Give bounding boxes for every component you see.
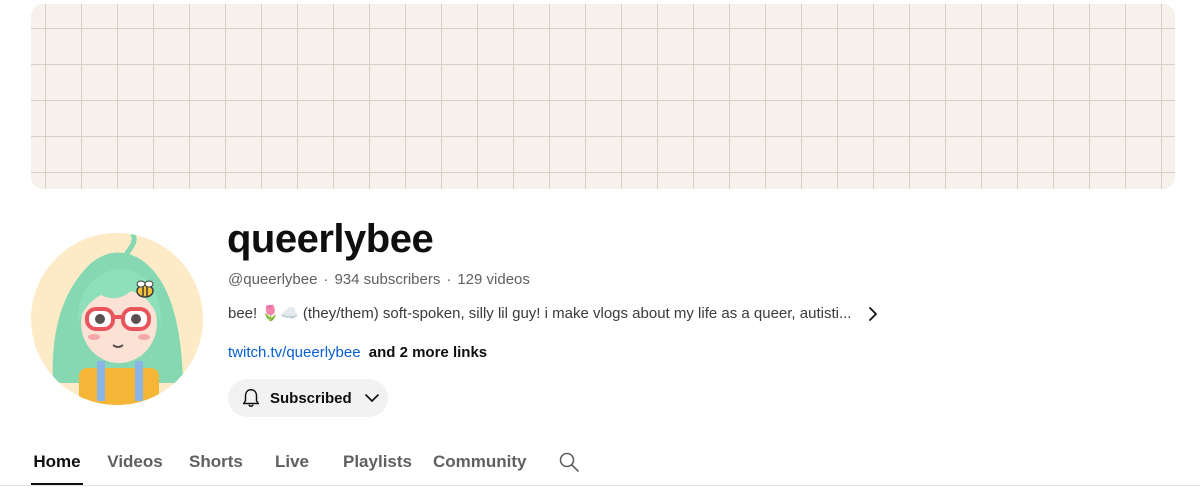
tab-videos[interactable]: Videos bbox=[107, 439, 163, 485]
tab-live[interactable]: Live bbox=[275, 439, 309, 485]
tab-home[interactable]: Home bbox=[31, 439, 83, 485]
chevron-right-icon[interactable] bbox=[865, 306, 881, 322]
more-links-link[interactable]: and 2 more links bbox=[369, 344, 487, 361]
channel-name: queerlybee bbox=[227, 217, 434, 261]
subscriber-count: 934 subscribers bbox=[334, 271, 441, 288]
tab-playlists[interactable]: Playlists bbox=[343, 439, 412, 485]
search-icon[interactable] bbox=[557, 450, 581, 474]
tab-shorts[interactable]: Shorts bbox=[189, 439, 243, 485]
channel-description[interactable]: bee! 🌷☁️ (they/them) soft-spoken, silly … bbox=[228, 304, 881, 324]
channel-banner bbox=[31, 4, 1175, 189]
channel-handle: @queerlybee bbox=[228, 271, 318, 288]
video-count: 129 videos bbox=[457, 271, 530, 288]
chevron-down-icon bbox=[364, 394, 379, 402]
channel-avatar[interactable] bbox=[31, 233, 203, 405]
channel-tabs: Home Videos Shorts Live Playlists Commun… bbox=[31, 438, 581, 486]
avatar-illustration bbox=[31, 233, 203, 405]
channel-links: twitch.tv/queerlybee and 2 more links bbox=[228, 343, 487, 363]
subscribed-button[interactable]: Subscribed bbox=[228, 379, 388, 417]
tab-community[interactable]: Community bbox=[433, 439, 527, 485]
meta-separator: · bbox=[323, 271, 329, 288]
meta-separator: · bbox=[446, 271, 452, 288]
bell-icon bbox=[242, 389, 260, 407]
tabs-divider bbox=[0, 485, 1200, 486]
channel-meta: @queerlybee · 934 subscribers · 129 vide… bbox=[228, 270, 530, 290]
twitch-link[interactable]: twitch.tv/queerlybee bbox=[228, 344, 361, 361]
subscribed-label: Subscribed bbox=[270, 389, 352, 407]
channel-page: queerlybee @queerlybee · 934 subscribers… bbox=[0, 0, 1200, 498]
description-text: bee! 🌷☁️ (they/them) soft-spoken, silly … bbox=[228, 305, 852, 322]
